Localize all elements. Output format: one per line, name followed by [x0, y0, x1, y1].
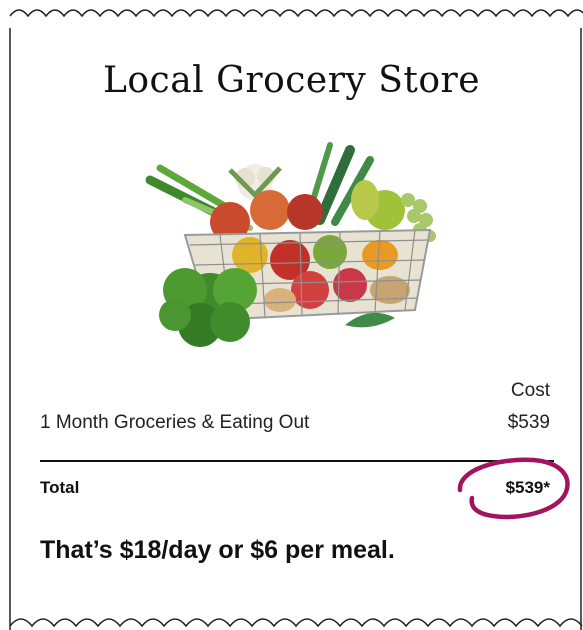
grocery-basket-image: [145, 142, 436, 347]
highlight-circle: [457, 457, 570, 520]
line-item-label: 1 Month Groceries & Eating Out: [40, 412, 310, 433]
top-wavy-edge: [9, 9, 583, 18]
cost-column-header: Cost: [510, 380, 550, 401]
receipt: Local Grocery Store Cost 1 Month Groceri…: [0, 0, 583, 630]
summary-text: That’s $18/day or $6 per meal.: [40, 536, 395, 564]
bottom-wavy-edge: [9, 618, 583, 628]
store-name: Local Grocery Store: [102, 60, 481, 101]
lettuce: [159, 268, 257, 347]
line-item-amount: $539: [507, 412, 550, 433]
total-label: Total: [40, 478, 80, 497]
